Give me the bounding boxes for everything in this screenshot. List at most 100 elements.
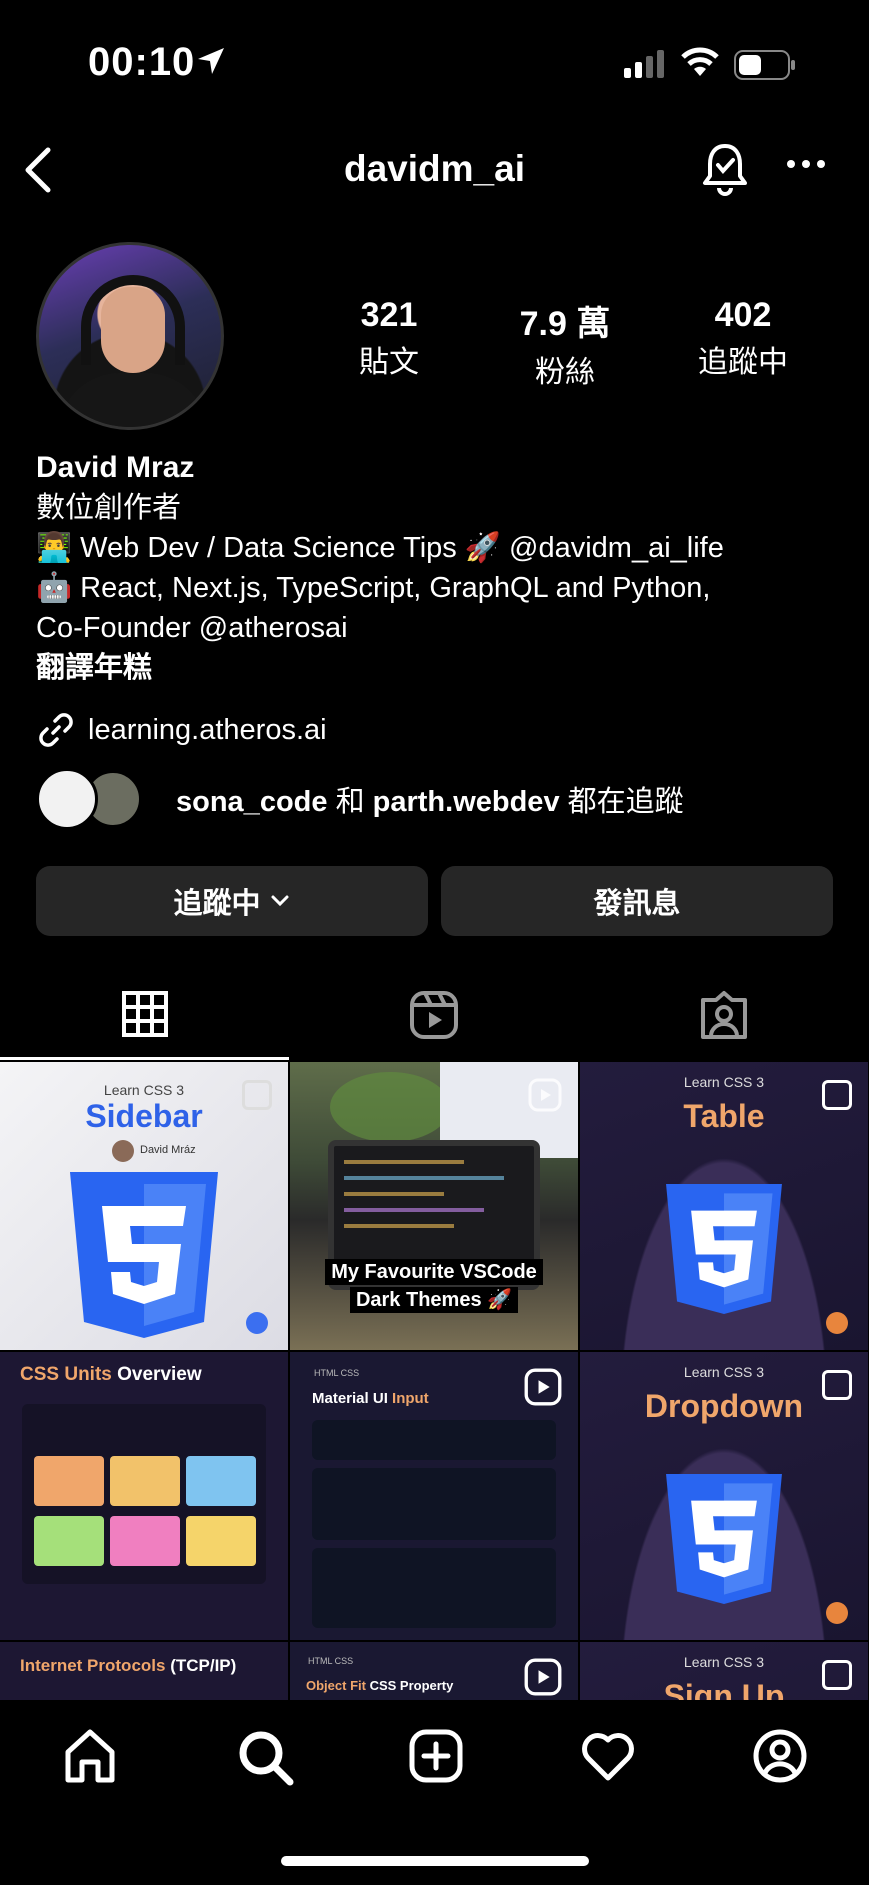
post-1-author-avatar [112,1140,134,1162]
message-button-label: 發訊息 [593,888,681,920]
search-icon[interactable] [236,1728,296,1788]
post-2-caption-line-1: My Favourite VSCode [325,1259,543,1285]
post-5-title-plain: Material UI [312,1390,393,1407]
bio-line-1: 👨‍💻 Web Dev / Data Science Tips 🚀 @david… [36,532,724,564]
post-tile-5[interactable]: HTML CSS Material UI Input [290,1352,578,1640]
post-4-title: CSS Units Overview [20,1364,202,1386]
tab-posts-grid[interactable] [0,970,289,1060]
post-7-title-accent: Internet Protocols [20,1656,166,1675]
next-arrow-icon [826,1312,848,1334]
profile-link[interactable]: learning.atheros.ai [36,710,327,750]
reel-play-icon [524,1368,562,1406]
tagged-person-icon [700,991,747,1039]
post-2-caption-line-2: Dark Themes 🚀 [349,1287,519,1313]
post-8-title-accent: Object Fit [306,1678,366,1693]
status-bar: 00:10 [0,0,869,130]
heart-activity-icon[interactable] [580,1728,636,1784]
post-1-author: David Mráz [140,1144,196,1156]
bio-line-2: 🤖 React, Next.js, TypeScript, GraphQL an… [36,572,711,604]
location-arrow-icon [198,48,224,74]
status-time: 00:10 [88,40,196,84]
tab-reels[interactable] [289,970,578,1060]
profile-header: davidm_ai [0,130,869,210]
post-4-panel [22,1404,266,1584]
carousel-icon [822,1660,852,1690]
link-chain-icon [39,713,73,747]
post-5-title-accent: Input [392,1390,429,1407]
post-tile-7[interactable]: Internet Protocols (TCP/IP) [0,1642,288,1702]
mutual-user-1: sona_code [176,786,328,818]
mutual-and: 和 [335,786,365,818]
message-button[interactable]: 發訊息 [441,866,833,936]
posts-label: 貼文 [359,346,419,379]
next-arrow-icon [246,1312,268,1334]
cellular-signal-icon [624,50,664,78]
post-tile-4[interactable]: CSS Units Overview [0,1352,288,1640]
post-2-caption: My Favourite VSCode Dark Themes 🚀 [320,1258,548,1314]
post-5-tags: HTML CSS [314,1368,360,1378]
followers-label: 粉絲 [535,356,595,389]
css3-logo-icon [666,1474,782,1604]
post-tile-2[interactable]: My Favourite VSCode Dark Themes 🚀 [290,1062,578,1350]
home-icon[interactable] [62,1728,118,1784]
profile-link-text: learning.atheros.ai [88,713,327,746]
reels-icon [409,991,458,1039]
post-5-css-pane [312,1548,556,1628]
following-button-label: 追蹤中 [173,888,261,920]
notification-bell-icon[interactable] [700,140,750,196]
carousel-icon [822,1080,852,1110]
post-4-title-accent: CSS Units [20,1364,112,1385]
post-tile-8[interactable]: HTML CSS Object Fit CSS Property [290,1642,578,1702]
post-8-tags: HTML CSS [308,1656,354,1666]
followers-count: 7.9 萬 [519,305,611,343]
more-options-icon[interactable] [786,158,826,170]
following-count: 402 [714,296,772,334]
post-tile-9[interactable]: Learn CSS 3 Sign Up [580,1642,868,1702]
mutual-user-2: parth.webdev [372,786,560,818]
profile-category: 數位創作者 [36,492,182,524]
tab-tagged[interactable] [579,970,868,1060]
followers-stat[interactable]: 7.9 萬 粉絲 [490,296,640,391]
mutual-suffix: 都在追蹤 [567,786,684,818]
avatar-shirt [59,373,207,427]
post-7-title: Internet Protocols (TCP/IP) [20,1656,236,1676]
post-tile-1[interactable]: Learn CSS 3 Sidebar David Mráz [0,1062,288,1350]
translate-bio-link[interactable]: 翻譯年糕 [36,648,856,688]
post-tile-6[interactable]: Learn CSS 3 Dropdown [580,1352,868,1640]
mutual-avatar-1 [36,768,98,830]
followed-by[interactable]: sona_code 和 parth.webdev 都在追蹤 [36,768,684,830]
profile-avatar[interactable] [36,242,224,430]
mutual-avatars [36,768,154,830]
post-7-title-rest: (TCP/IP) [165,1656,237,1675]
post-4-title-rest: Overview [111,1364,202,1385]
profile-icon[interactable] [752,1728,808,1784]
carousel-icon [242,1080,272,1110]
plant-leaves [330,1072,450,1142]
bio-line-3: Co-Founder @atherosai [36,612,348,644]
post-5-title: Material UI Input [312,1390,429,1407]
bottom-navigation [0,1700,869,1810]
avatar-headset [81,275,185,365]
post-5-html-pane [312,1468,556,1540]
carousel-icon [822,1370,852,1400]
next-arrow-icon [826,1602,848,1624]
post-tile-3[interactable]: Learn CSS 3 Table [580,1062,868,1350]
post-8-title: Object Fit CSS Property [306,1678,453,1693]
grid-icon [121,990,168,1037]
post-8-title-rest: CSS Property [365,1678,454,1693]
create-post-icon[interactable] [408,1728,464,1784]
reel-play-icon [528,1078,562,1112]
css3-logo-icon [666,1184,782,1314]
profile-bio: David Mraz 數位創作者 👨‍💻 Web Dev / Data Scie… [36,448,856,688]
posts-count: 321 [360,296,418,334]
reel-play-icon [524,1658,562,1696]
posts-stat[interactable]: 321 貼文 [314,296,464,381]
posts-grid: Learn CSS 3 Sidebar David Mráz My Favour… [0,1062,869,1702]
css3-logo-icon [70,1172,218,1338]
following-stat[interactable]: 402 追蹤中 [668,296,818,381]
following-label: 追蹤中 [698,346,788,379]
chevron-down-icon [271,895,288,907]
battery-icon [734,50,795,80]
home-indicator[interactable] [281,1856,589,1866]
following-button[interactable]: 追蹤中 [36,866,428,936]
